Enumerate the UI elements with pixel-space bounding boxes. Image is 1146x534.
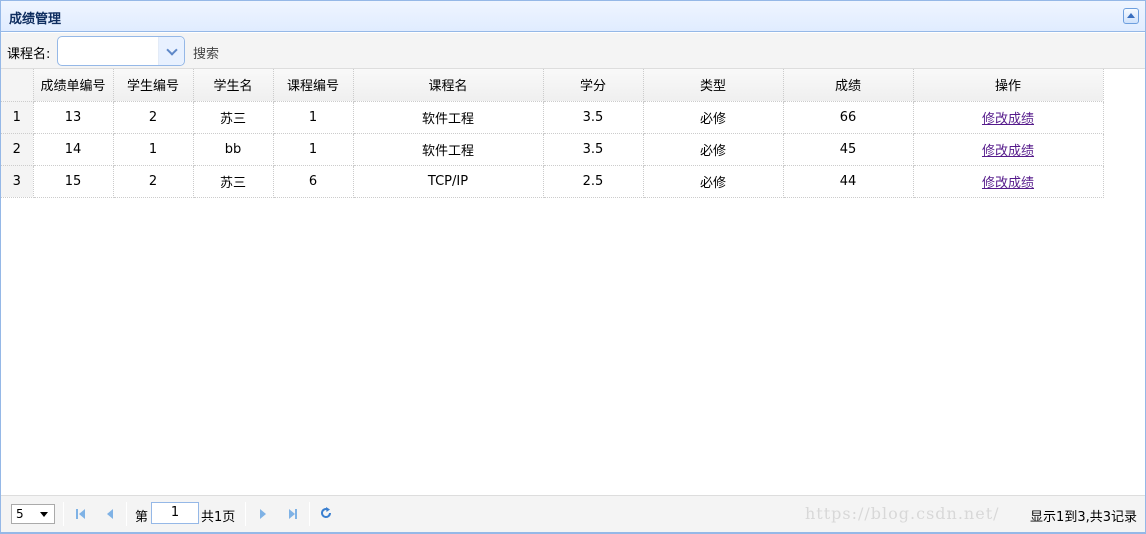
chevron-down-icon[interactable]: [158, 37, 184, 65]
pager-separator: [126, 502, 127, 526]
edit-score-link[interactable]: 修改成绩: [982, 112, 1034, 127]
row-number: 1: [1, 101, 34, 134]
score-grid: 成绩单编号 学生编号 学生名 课程编号 课程名 学分 类型 成绩 操作 1 13…: [1, 69, 1145, 198]
page-size-value: 5: [16, 507, 24, 521]
cell-course-id: 6: [273, 165, 354, 198]
cell-score: 66: [783, 101, 914, 134]
caret-down-icon: [40, 512, 48, 517]
row-number: 3: [1, 165, 34, 198]
cell-credit: 2.5: [543, 165, 644, 198]
cell-student-name: 苏三: [193, 101, 274, 134]
cell-action: 修改成绩: [913, 165, 1104, 198]
row-number: 2: [1, 133, 34, 166]
cell-student-id: 1: [113, 133, 194, 166]
first-page-icon[interactable]: [73, 506, 89, 522]
rownum-header: [1, 69, 34, 102]
cell-student-name: 苏三: [193, 165, 274, 198]
column-header-student-id[interactable]: 学生编号: [113, 69, 194, 102]
next-page-icon[interactable]: [255, 506, 271, 522]
cell-score: 45: [783, 133, 914, 166]
total-pages-label: 共1页: [201, 510, 236, 525]
score-table: 成绩单编号 学生编号 学生名 课程编号 课程名 学分 类型 成绩 操作 1 13…: [1, 69, 1104, 198]
course-name-combobox[interactable]: [57, 36, 185, 66]
cell-action: 修改成绩: [913, 133, 1104, 166]
cell-type: 必修: [643, 101, 784, 134]
table-row[interactable]: 2 14 1 bb 1 软件工程 3.5 必修 45 修改成绩: [1, 133, 1104, 166]
cell-score: 44: [783, 165, 914, 198]
cell-student-id: 2: [113, 165, 194, 198]
cell-action: 修改成绩: [913, 101, 1104, 134]
edit-score-link[interactable]: 修改成绩: [982, 144, 1034, 159]
column-header-type[interactable]: 类型: [643, 69, 784, 102]
column-header-credit[interactable]: 学分: [543, 69, 644, 102]
column-header-action[interactable]: 操作: [913, 69, 1104, 102]
page-prefix-label: 第: [135, 510, 149, 525]
panel-header: 成绩管理: [1, 1, 1145, 32]
cell-course-name: 软件工程: [353, 133, 544, 166]
edit-score-link[interactable]: 修改成绩: [982, 176, 1034, 191]
table-row[interactable]: 3 15 2 苏三 6 TCP/IP 2.5 必修 44 修改成绩: [1, 165, 1104, 198]
column-header-score-id[interactable]: 成绩单编号: [33, 69, 114, 102]
pager-separator: [63, 502, 64, 526]
column-header-score[interactable]: 成绩: [783, 69, 914, 102]
pager-separator: [245, 502, 246, 526]
column-header-course-name[interactable]: 课程名: [353, 69, 544, 102]
column-header-student-name[interactable]: 学生名: [193, 69, 274, 102]
cell-student-id: 2: [113, 101, 194, 134]
last-page-icon[interactable]: [285, 506, 301, 522]
cell-credit: 3.5: [543, 101, 644, 134]
page-size-select[interactable]: 5: [11, 504, 55, 524]
cell-course-id: 1: [273, 133, 354, 166]
search-button[interactable]: 搜索: [193, 43, 219, 62]
pager-info: 显示1到3,共3记录: [1030, 510, 1137, 525]
header-row: 成绩单编号 学生编号 学生名 课程编号 课程名 学分 类型 成绩 操作: [1, 69, 1104, 102]
cell-course-name: 软件工程: [353, 101, 544, 134]
pager-separator: [309, 502, 310, 526]
score-management-panel: 成绩管理 课程名: 搜索 成绩单编号 学生编号 学生名 课程编号 课程名 学分 …: [0, 0, 1146, 534]
refresh-icon[interactable]: [319, 506, 333, 520]
table-row[interactable]: 1 13 2 苏三 1 软件工程 3.5 必修 66 修改成绩: [1, 101, 1104, 134]
cell-course-name: TCP/IP: [353, 165, 544, 198]
cell-score-id: 13: [33, 101, 114, 134]
cell-type: 必修: [643, 165, 784, 198]
panel-title: 成绩管理: [9, 12, 62, 27]
cell-student-name: bb: [193, 133, 274, 166]
cell-score-id: 14: [33, 133, 114, 166]
cell-type: 必修: [643, 133, 784, 166]
cell-course-id: 1: [273, 101, 354, 134]
collapse-icon[interactable]: [1123, 8, 1139, 24]
pagination-bar: 5 第 1 共1页 https://blog.csdn.net/ 显示1到3,共…: [1, 495, 1145, 532]
course-name-label: 课程名:: [7, 47, 51, 62]
cell-credit: 3.5: [543, 133, 644, 166]
cell-score-id: 15: [33, 165, 114, 198]
current-page-input[interactable]: 1: [151, 502, 199, 524]
watermark-text: https://blog.csdn.net/: [805, 504, 1000, 523]
prev-page-icon[interactable]: [103, 506, 119, 522]
column-header-course-id[interactable]: 课程编号: [273, 69, 354, 102]
search-toolbar: 课程名: 搜索: [1, 33, 1145, 69]
